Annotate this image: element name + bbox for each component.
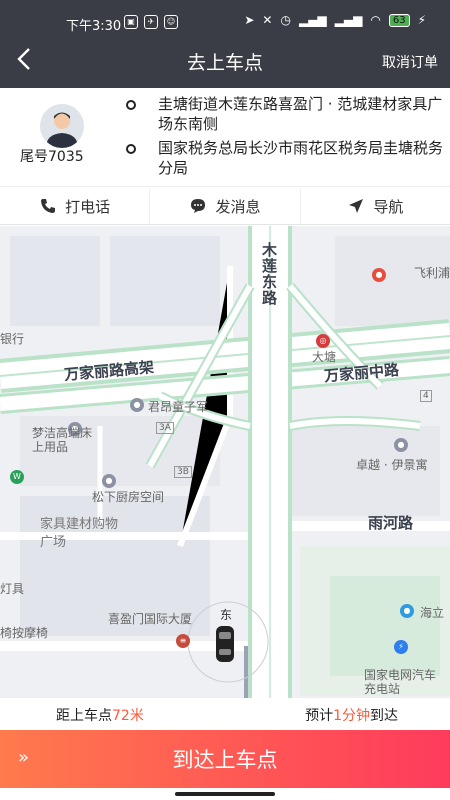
poi-label[interactable]: 梦洁高端床上用品 (32, 426, 102, 454)
poi-icon: ● (130, 398, 144, 412)
road-label-yuhe: 雨河路 (368, 514, 414, 532)
navigate-button[interactable]: 导航 (299, 188, 450, 224)
home-indicator-bar[interactable] (175, 792, 275, 796)
call-label: 打电话 (65, 197, 111, 216)
arrive-pickup-button[interactable]: » 到达上车点 (0, 730, 450, 788)
poi-label[interactable]: 松下厨房空间 (92, 488, 164, 505)
pickup-address-text: 圭塘街道木莲东路喜盈门 · 范城建材家具广场东南侧 (158, 95, 443, 133)
road-label-mulian: 木莲东路 (262, 241, 278, 307)
navigate-label: 导航 (373, 197, 404, 216)
dropoff-address-text: 国家税务总局长沙市雨花区税务局圭塘税务分局 (158, 139, 444, 177)
app-notification-icon: ☺ (164, 15, 178, 29)
navigation-arrow-icon (349, 199, 364, 213)
poi-label[interactable]: 国家电网汽车充电站 (364, 668, 444, 696)
exit-badge: 3A (156, 422, 174, 434)
person-icon (46, 112, 78, 148)
poi-label[interactable]: 灯具 (0, 580, 24, 597)
poi-label[interactable]: 君昂童子军 (148, 398, 208, 415)
distance-info: 距上车点72米 (56, 705, 144, 725)
app-notification-icon: ✈ (144, 15, 158, 29)
poi-label[interactable]: 银行 (0, 330, 24, 347)
restaurant-icon: ● (372, 268, 386, 282)
poi-label[interactable]: 海立 (420, 604, 444, 621)
wifi-icon: ◠ (370, 13, 381, 27)
distance-prefix: 距上车点 (56, 708, 112, 724)
poi-icon: ● (102, 474, 116, 488)
passenger-tail-number: 尾号7035 (20, 149, 84, 165)
dropoff-dot-icon (126, 144, 136, 154)
poi-label[interactable]: 飞利浦 (414, 264, 450, 281)
passenger-card: 尾号7035 圭塘街道木莲东路喜盈门 · 范城建材家具广场东南侧 国家税务总局长… (0, 88, 450, 225)
app-notification-icon: ▣ (124, 15, 138, 29)
top-bar: 下午3:30 ▣ ✈ ☺ ➤ ✕ ◷ ▂▄▆ ▂▄▆ ◠ 63 ⚡ 去上车点 取… (0, 0, 450, 88)
signal-icon: ▂▄▆ (334, 13, 363, 27)
status-indicators: ➤ ✕ ◷ ▂▄▆ ▂▄▆ ◠ 63 ⚡ (244, 13, 426, 27)
status-time: 下午3:30 (66, 19, 122, 34)
message-icon (191, 199, 206, 213)
signal-icon: ▂▄▆ (298, 13, 327, 27)
arrive-pickup-label: 到达上车点 (172, 748, 278, 772)
mute-icon: ✕ (262, 13, 273, 27)
divider (0, 186, 450, 187)
transit-icon: ≡ (176, 634, 190, 648)
phone-icon (41, 199, 56, 213)
home-indicator (0, 788, 450, 800)
action-bar: 打电话 发消息 导航 (0, 188, 450, 224)
car-icon (216, 626, 234, 662)
status-bar: 下午3:30 ▣ ✈ ☺ ➤ ✕ ◷ ▂▄▆ ▂▄▆ ◠ 63 ⚡ (0, 0, 450, 34)
screen: 下午3:30 ▣ ✈ ☺ ➤ ✕ ◷ ▂▄▆ ▂▄▆ ◠ 63 ⚡ 去上车点 取… (0, 0, 450, 800)
map-view[interactable]: 万家丽路高架 万家丽中路 木莲东路 雨河路 ● 君昂童子军 ● 梦洁高端床上用品… (0, 226, 450, 698)
location-icon: ➤ (244, 13, 255, 27)
poi-icon: ● (400, 604, 414, 618)
charging-icon: ⚡ (417, 13, 426, 27)
nav-bar: 去上车点 取消订单 (0, 34, 450, 88)
time-prefix: 预计 (305, 708, 334, 724)
call-button[interactable]: 打电话 (0, 188, 149, 224)
time-info: 预计1分钟到达 (305, 705, 398, 725)
charging-station-icon: ⚡ (394, 640, 408, 654)
pickup-dot-icon (126, 100, 136, 110)
battery-icon: 63 (388, 13, 410, 27)
eta-bar: 距上车点72米 预计1分钟到达 (0, 698, 450, 730)
distance-value: 72米 (112, 708, 144, 724)
metro-icon: ◎ (316, 334, 330, 348)
shop-icon: W (10, 470, 24, 484)
time-value: 1分钟 (333, 708, 370, 724)
time-suffix: 到达 (370, 708, 398, 724)
poi-label[interactable]: 椅按摩椅 (0, 624, 48, 641)
cancel-order-button[interactable]: 取消订单 (382, 52, 438, 72)
car-direction-label: 东 (220, 608, 233, 622)
alarm-icon: ◷ (280, 13, 291, 27)
dropoff-address: 国家税务总局长沙市雨花区税务局圭塘税务分局 (126, 138, 446, 178)
poi-label[interactable]: 卓越 · 伊景寓 (356, 456, 427, 473)
status-app-icons: ▣ ✈ ☺ (124, 15, 178, 29)
exit-badge: 3B (174, 466, 192, 478)
poi-icon: ● (394, 438, 408, 452)
avatar (40, 104, 84, 148)
message-button[interactable]: 发消息 (149, 188, 299, 224)
message-label: 发消息 (215, 197, 261, 216)
exit-badge: 4 (420, 390, 432, 402)
poi-label[interactable]: 家具建材购物广场 (40, 516, 120, 552)
poi-label[interactable]: 大塘 (312, 348, 336, 365)
pickup-address: 圭塘街道木莲东路喜盈门 · 范城建材家具广场东南侧 (126, 94, 446, 134)
poi-label[interactable]: 喜盈门国际大厦 (108, 610, 192, 627)
